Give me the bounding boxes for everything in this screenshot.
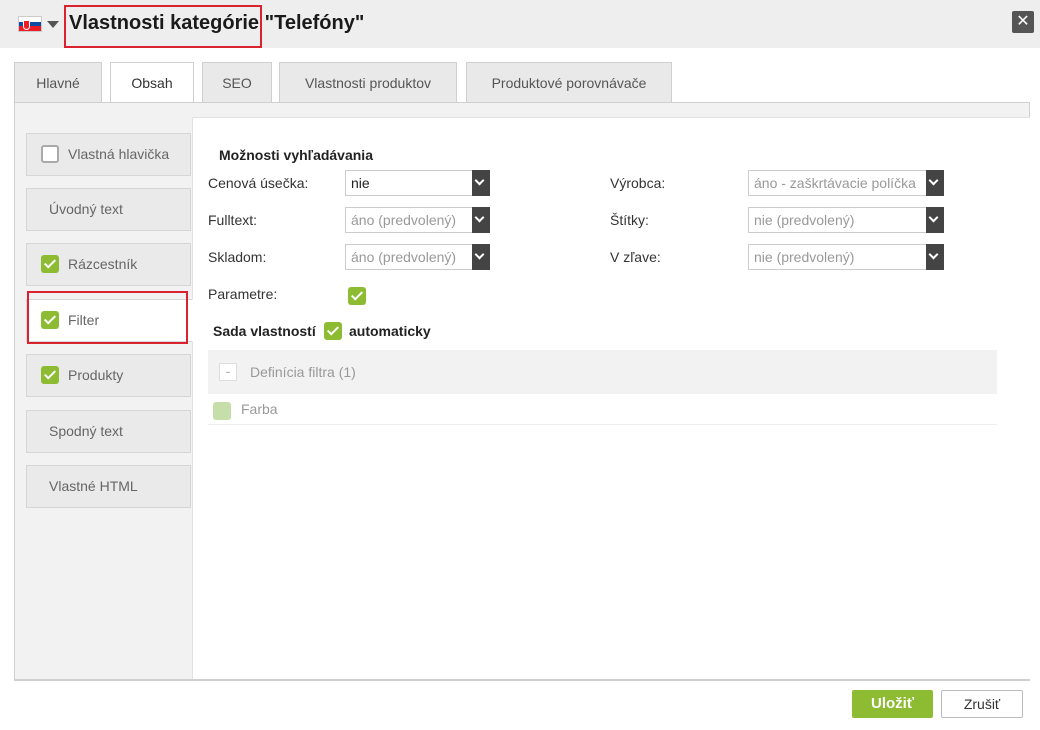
select-value: nie [351, 175, 370, 191]
sidebar-item-razcestnik[interactable]: Rázcestník [26, 243, 191, 286]
tab-hlavne[interactable]: Hlavné [14, 62, 102, 103]
farba-checkbox[interactable] [213, 402, 231, 420]
chevron-down-icon[interactable] [926, 170, 944, 196]
language-dropdown-caret-icon[interactable] [47, 21, 59, 28]
tags-label: Štítky: [610, 212, 649, 228]
list-item: Farba [208, 395, 997, 425]
fulltext-label: Fulltext: [208, 212, 258, 228]
select-value: áno (predvolený) [351, 212, 457, 228]
sidebar-item-label: Produkty [68, 367, 124, 383]
sale-select[interactable]: nie (predvolený) [748, 244, 944, 270]
price-range-select[interactable]: nie [345, 170, 490, 196]
fulltext-select[interactable]: áno (predvolený) [345, 207, 490, 233]
sidebar-item-label: Spodný text [49, 423, 123, 439]
tags-select[interactable]: nie (predvolený) [748, 207, 944, 233]
auto-checkbox[interactable] [324, 322, 342, 340]
parameters-checkbox[interactable] [348, 287, 366, 305]
sidebar-item-uvodny-text[interactable]: Úvodný text [26, 188, 191, 231]
property-set-label: Sada vlastností [213, 323, 316, 339]
manufacturer-select[interactable]: áno - zaškrtávacie políčka [748, 170, 944, 196]
select-value: nie (predvolený) [754, 212, 855, 228]
tab-vlastnosti-produktov[interactable]: Vlastnosti produktov [279, 62, 457, 103]
sale-label: V zľave: [610, 249, 661, 265]
search-options-title: Možnosti vyhľadávania [219, 147, 373, 163]
price-range-label: Cenová úsečka: [208, 175, 309, 191]
slovak-flag-icon[interactable] [18, 16, 42, 32]
chevron-down-icon[interactable] [472, 207, 490, 233]
chevron-down-icon[interactable] [472, 244, 490, 270]
filter-definition-group: - Definícia filtra (1) [208, 350, 997, 394]
checkbox-checked-icon[interactable] [41, 311, 59, 329]
sidebar-item-label: Filter [68, 312, 100, 328]
select-value: áno - zaškrtávacie políčka [754, 175, 916, 191]
auto-label: automaticky [349, 323, 431, 339]
manufacturer-label: Výrobca: [610, 175, 666, 191]
checkbox-checked-icon[interactable] [41, 255, 59, 273]
stock-select[interactable]: áno (predvolený) [345, 244, 490, 270]
sidebar-item-produkty[interactable]: Produkty [26, 354, 191, 397]
checkbox-unchecked-icon[interactable] [41, 145, 59, 163]
tab-seo[interactable]: SEO [202, 62, 272, 103]
filter-definition-label: Definícia filtra (1) [250, 364, 356, 380]
cancel-button[interactable]: Zrušiť [941, 690, 1023, 718]
stock-label: Skladom: [208, 249, 267, 265]
sidebar-item-vlastna-hlavicka[interactable]: Vlastná hlavička [26, 133, 191, 176]
farba-label: Farba [241, 401, 278, 417]
tab-obsah[interactable]: Obsah [110, 62, 194, 104]
parameters-label: Parametre: [208, 286, 278, 302]
title-bar: Vlastnosti kategórie "Telefóny" ✕ [0, 0, 1040, 48]
title-highlight-box [64, 5, 262, 48]
chevron-down-icon[interactable] [926, 244, 944, 270]
checkbox-checked-icon[interactable] [41, 366, 59, 384]
select-value: áno (predvolený) [351, 249, 457, 265]
sidebar-item-label: Vlastné HTML [49, 478, 138, 494]
sidebar-item-label: Rázcestník [68, 256, 138, 272]
select-value: nie (predvolený) [754, 249, 855, 265]
save-button[interactable]: Uložiť [852, 690, 933, 718]
chevron-down-icon[interactable] [926, 207, 944, 233]
tab-produktove-porovnavace[interactable]: Produktové porovnávače [466, 62, 672, 103]
chevron-down-icon[interactable] [472, 170, 490, 196]
sidebar-item-vlastne-html[interactable]: Vlastné HTML [26, 465, 191, 508]
footer-divider [14, 680, 1030, 681]
sidebar-item-spodny-text[interactable]: Spodný text [26, 410, 191, 453]
collapse-toggle-icon[interactable]: - [219, 363, 237, 381]
sidebar-item-filter[interactable]: Filter [26, 299, 193, 342]
sidebar-item-label: Úvodný text [49, 201, 123, 217]
close-button[interactable]: ✕ [1012, 11, 1034, 33]
sidebar-item-label: Vlastná hlavička [68, 146, 170, 162]
